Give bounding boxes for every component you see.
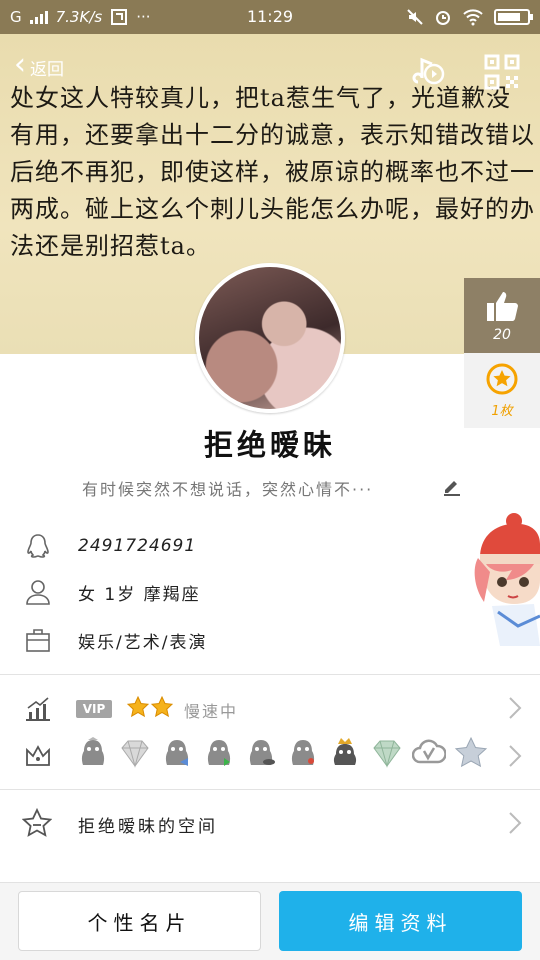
qr-code-icon[interactable] (484, 54, 520, 90)
star-space-icon (22, 808, 52, 837)
penguin-fish-badge-icon (165, 740, 189, 766)
music-icon[interactable] (410, 54, 446, 90)
like-button[interactable]: 20 (464, 278, 540, 353)
clock: 11:29 (246, 7, 294, 26)
mascot-sticker[interactable] (472, 508, 540, 648)
badge-count: 1枚 (491, 404, 513, 419)
edit-profile-button[interactable]: 编辑资料 (279, 891, 522, 951)
briefcase-icon (26, 629, 50, 652)
occupation-row: 娱乐/艺术/表演 (0, 620, 470, 660)
acceleration-status: 慢速中 (184, 702, 239, 721)
nickname: 拒绝暧昧 (203, 428, 336, 462)
penguin-game-badge-icon (249, 740, 275, 765)
screenshot-icon (111, 9, 128, 25)
badge-list[interactable] (76, 736, 488, 770)
star-badge-icon (454, 736, 488, 768)
chevron-right-icon[interactable] (508, 696, 522, 720)
qq-number: 2491724691 (78, 536, 197, 556)
divider (0, 789, 540, 790)
qq-number-row: 2491724691 (0, 526, 470, 566)
chevron-right-icon[interactable] (508, 744, 522, 768)
status-bar: G 7.3K/s ··· 11:29 (0, 0, 540, 34)
profile-card-button[interactable]: 个性名片 (18, 891, 261, 951)
crown-icon (26, 745, 50, 766)
alarm-icon (436, 11, 450, 25)
signal-icon (29, 10, 48, 24)
personal-info: 女 1岁 摩羯座 (78, 584, 201, 605)
back-icon: ‹ (14, 47, 26, 82)
network-speed: 7.3K/s (55, 8, 103, 26)
occupation: 娱乐/艺术/表演 (78, 632, 208, 653)
bottom-action-bar: 个性名片 编辑资料 (0, 882, 540, 960)
battery-icon (494, 9, 533, 25)
vip-tag: VIP (76, 700, 112, 718)
penguin-badge-icon (81, 737, 105, 765)
green-diamond-badge-icon (373, 740, 401, 768)
mute-icon (407, 9, 423, 25)
avatar[interactable] (195, 263, 345, 413)
back-button[interactable]: ‹ 返回 (14, 50, 64, 80)
diamond-badge-icon (121, 740, 149, 768)
star-badge-icon (486, 363, 518, 395)
penguin-red-badge-icon (291, 740, 315, 765)
more-dots-icon: ··· (136, 8, 151, 26)
thumbs-up-icon (487, 291, 518, 321)
edit-icon[interactable] (442, 476, 462, 496)
badge-button[interactable]: 1枚 (464, 353, 540, 428)
wifi-icon (463, 9, 483, 26)
chevron-right-icon[interactable] (508, 811, 522, 835)
back-label: 返回 (30, 59, 64, 80)
qzone-link[interactable]: 拒绝暧昧的空间 (78, 812, 218, 837)
cover-text: 处女这人特较真儿，把ta惹生气了，光道歉没有用，还要拿出十二分的诚意，表示知错改… (10, 84, 535, 260)
penguin-green-badge-icon (207, 740, 231, 766)
level-star-icon (151, 696, 173, 718)
signature[interactable]: 有时候突然不想说话，突然心情不··· (82, 476, 422, 500)
carrier-label: G (10, 8, 22, 26)
person-icon (26, 580, 50, 605)
level-stars (127, 696, 173, 718)
personal-info-row: 女 1岁 摩羯座 (0, 572, 470, 612)
divider (0, 674, 540, 675)
qq-penguin-icon (27, 534, 49, 558)
cloud-vip-badge-icon (412, 739, 446, 764)
like-count: 20 (493, 326, 511, 343)
level-star-icon (127, 696, 149, 718)
penguin-crown-badge-icon (333, 738, 357, 765)
level-chart-icon (26, 697, 50, 721)
